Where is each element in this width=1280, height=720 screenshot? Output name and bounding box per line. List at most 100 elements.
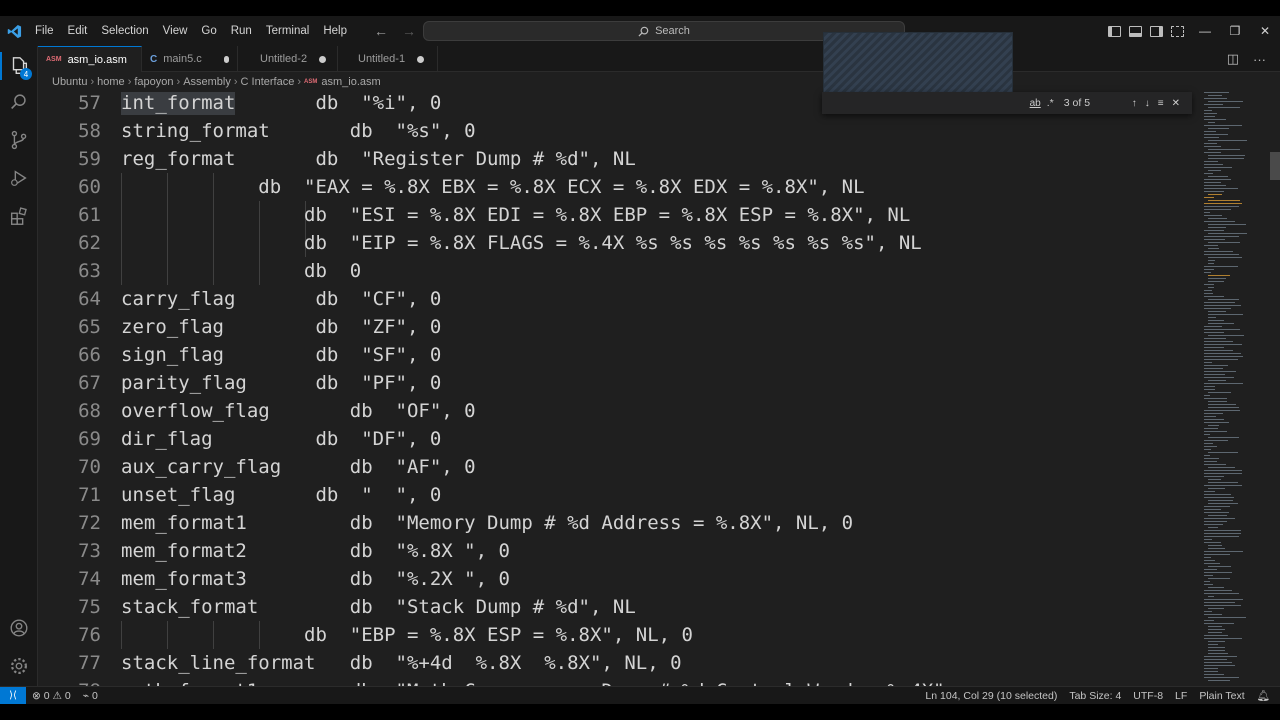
minimap-line [1208, 224, 1246, 225]
magnifier-icon [11, 94, 26, 110]
code-line: 61 db "ESI = %.8X EDI = %.8X EBP = %.8X … [38, 201, 1200, 229]
status-bar: ⟩⟨ ⊗ 0 ⚠ 0 ⌁ 0 Ln 104, Col 29 (10 select… [0, 686, 1280, 705]
split-editor-icon[interactable]: ◫ [1227, 51, 1239, 67]
minimap[interactable] [1200, 92, 1280, 686]
notifications-bell-icon[interactable]: 🔔︎ [1251, 689, 1276, 702]
minimap-line [1204, 134, 1228, 135]
menu-go[interactable]: Go [194, 16, 223, 46]
minimap-line [1204, 368, 1223, 369]
breadcrumb-item[interactable]: home [97, 76, 125, 88]
menu-file[interactable]: File [28, 16, 61, 46]
minimap-line [1208, 317, 1216, 318]
minimap-line [1208, 176, 1228, 177]
remote-indicator-icon[interactable]: ⟩⟨ [0, 686, 26, 705]
minimap-line [1208, 227, 1226, 228]
menu-selection[interactable]: Selection [94, 16, 155, 46]
search-view-button[interactable] [0, 84, 38, 120]
explorer-button[interactable]: 4 [0, 48, 38, 84]
minimap-line [1208, 95, 1222, 96]
minimap-line [1204, 116, 1215, 117]
line-number: 62 [78, 232, 101, 254]
match-case-icon[interactable]: ab [1030, 98, 1041, 109]
ports-indicator[interactable]: ⌁ 0 [77, 690, 104, 702]
minimap-line [1204, 92, 1229, 93]
unsaved-dot-icon[interactable] [223, 55, 229, 63]
menu-edit[interactable]: Edit [61, 16, 95, 46]
breadcrumb-item[interactable]: fapoyon [134, 76, 173, 88]
minimap-line [1208, 158, 1244, 159]
minimap-line [1204, 341, 1233, 342]
language-mode[interactable]: Plain Text [1193, 690, 1250, 702]
problems-indicator[interactable]: ⊗ 0 ⚠ 0 [26, 690, 77, 702]
end-of-line[interactable]: LF [1169, 690, 1193, 702]
scrollbar-thumb[interactable] [1270, 152, 1280, 180]
more-actions-icon[interactable]: ··· [1253, 52, 1266, 67]
accounts-button[interactable] [0, 610, 38, 646]
restore-icon[interactable]: ❐ [1220, 24, 1250, 38]
close-find-icon[interactable]: ✕ [1172, 98, 1180, 109]
breadcrumb-item[interactable]: C Interface [241, 76, 295, 88]
breadcrumb-item[interactable]: Assembly [183, 76, 231, 88]
code-line: 70 aux_carry_flag db "AF", 0 [38, 453, 1200, 481]
breadcrumb-item[interactable]: Ubuntu [52, 76, 87, 88]
minimap-line [1204, 602, 1235, 603]
minimap-line [1204, 590, 1232, 591]
minimap-line [1204, 473, 1242, 474]
minimap-line [1208, 275, 1230, 276]
find-in-selection-icon[interactable]: ≡ [1158, 98, 1164, 109]
minimap-line [1208, 392, 1231, 393]
minimap-line [1208, 488, 1225, 489]
toggle-panel-icon[interactable] [1129, 25, 1142, 37]
minimap-line [1204, 464, 1226, 465]
line-number: 76 [78, 624, 101, 646]
run-debug-button[interactable] [0, 160, 38, 196]
code-line: 75 stack_format db "Stack Dump # %d", NL [38, 593, 1200, 621]
line-number: 66 [78, 344, 101, 366]
code-editor[interactable]: 57 int_format db "%i", 0 58 string_format d… [38, 92, 1200, 686]
source-control-button[interactable] [0, 122, 38, 158]
minimap-line [1204, 137, 1219, 138]
minimap-line [1204, 377, 1234, 378]
minimap-line [1208, 404, 1236, 405]
tab-label: Untitled-1 [358, 53, 406, 65]
unsaved-dot-icon[interactable] [417, 55, 425, 63]
minimap-line [1208, 566, 1231, 567]
minimap-line [1204, 164, 1223, 165]
back-arrow-icon[interactable]: ← [374, 23, 388, 39]
code-line: 72 mem_format1 db "Memory Dump # %d Addre… [38, 509, 1200, 537]
toggle-secondary-sidebar-icon[interactable] [1150, 25, 1163, 37]
menu-run[interactable]: Run [224, 16, 259, 46]
manage-button[interactable] [0, 648, 38, 684]
menu-view[interactable]: View [156, 16, 195, 46]
next-match-icon[interactable]: ↓ [1145, 98, 1150, 109]
minimize-icon[interactable]: — [1190, 24, 1220, 38]
minimap-line [1208, 263, 1214, 264]
tab-main5-c[interactable]: C main5.c [142, 46, 238, 72]
encoding[interactable]: UTF-8 [1127, 690, 1169, 702]
previous-match-icon[interactable]: ↑ [1132, 98, 1137, 109]
tab-size[interactable]: Tab Size: 4 [1063, 690, 1127, 702]
tab-untitled-1[interactable]: Untitled-1 [338, 46, 438, 72]
explorer-badge: 4 [20, 68, 32, 80]
line-number: 74 [78, 568, 101, 590]
tab-asm-io[interactable]: ASM asm_io.asm [38, 46, 142, 72]
breadcrumb-item[interactable]: asm_io.asm [321, 76, 380, 88]
regex-icon[interactable]: .* [1047, 97, 1054, 109]
extensions-button[interactable] [0, 198, 38, 234]
toggle-primary-sidebar-icon[interactable] [1108, 25, 1121, 37]
minimap-line [1208, 587, 1224, 588]
line-number: 73 [78, 540, 101, 562]
minimap-line [1204, 398, 1227, 399]
close-window-icon[interactable]: ✕ [1250, 24, 1280, 38]
minimap-line [1208, 407, 1239, 408]
customize-layout-icon[interactable] [1171, 25, 1184, 37]
minimap-line [1208, 500, 1233, 501]
menu-terminal[interactable]: Terminal [259, 16, 316, 46]
forward-arrow-icon[interactable]: → [402, 23, 416, 39]
cursor-position[interactable]: Ln 104, Col 29 (10 selected) [919, 690, 1063, 702]
menu-help[interactable]: Help [316, 16, 354, 46]
tab-untitled-2[interactable]: Untitled-2 [238, 46, 338, 72]
unsaved-dot-icon[interactable] [319, 55, 327, 63]
warning-icon: ⚠ [52, 689, 62, 702]
vscode-window: File Edit Selection View Go Run Terminal Help ←… [0, 0, 1280, 720]
